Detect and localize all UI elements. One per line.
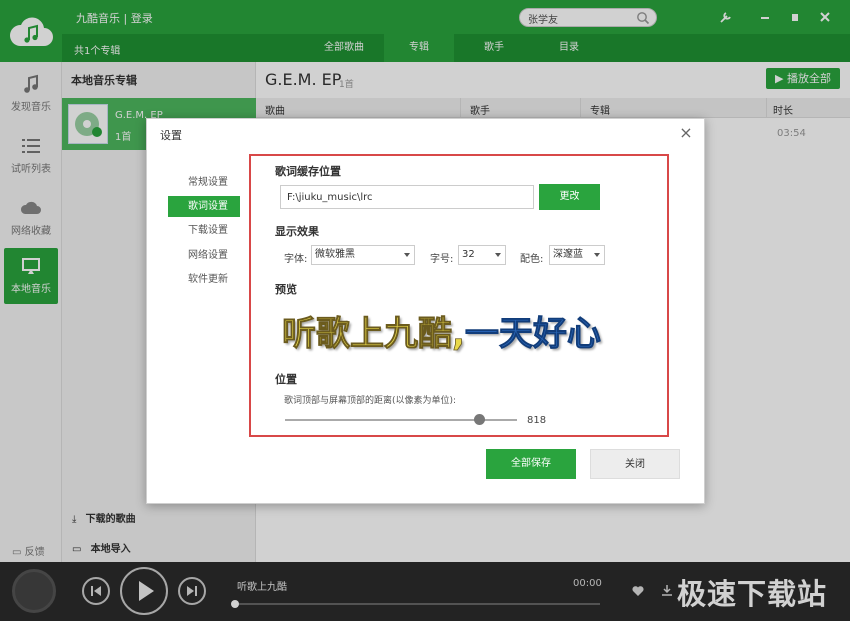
position-slider-knob[interactable] [474, 414, 485, 425]
position-title: 位置 [275, 373, 297, 386]
preview-title: 预览 [275, 283, 297, 296]
menu-general-settings[interactable]: 常规设置 [168, 172, 240, 193]
cache-path-input[interactable] [280, 185, 534, 209]
dialog-title: 设置 [160, 129, 182, 142]
size-select-value: 32 [462, 249, 475, 260]
preview-sung: 听歌上九酷, [282, 314, 466, 355]
chevron-down-icon [404, 253, 410, 257]
cache-location-title: 歌词缓存位置 [275, 165, 341, 178]
menu-download-settings[interactable]: 下载设置 [168, 220, 240, 241]
chevron-down-icon [495, 253, 501, 257]
color-label: 配色: [520, 254, 544, 265]
position-description: 歌词顶部与屏幕顶部的距离(以像素为单位): [284, 396, 457, 406]
position-value: 818 [527, 415, 547, 426]
save-all-button[interactable]: 全部保存 [486, 449, 576, 479]
font-label: 字体: [284, 254, 308, 265]
preview-unsung: 一天好心 [464, 314, 602, 355]
close-button[interactable]: 关闭 [590, 449, 680, 479]
menu-lyrics-settings[interactable]: 歌词设置 [168, 196, 240, 217]
menu-software-update[interactable]: 软件更新 [168, 269, 240, 290]
lyrics-preview: 听歌上九酷,一天好心 [282, 306, 602, 355]
display-effect-title: 显示效果 [275, 225, 319, 238]
menu-network-settings[interactable]: 网络设置 [168, 245, 240, 266]
font-select[interactable]: 微软雅黑 [311, 245, 415, 265]
size-label: 字号: [430, 254, 454, 265]
color-select-value: 深邃蓝 [553, 249, 583, 260]
chevron-down-icon [594, 253, 600, 257]
color-select[interactable]: 深邃蓝 [549, 245, 605, 265]
font-select-value: 微软雅黑 [315, 249, 355, 260]
size-select[interactable]: 32 [458, 245, 506, 265]
dialog-close-icon[interactable]: × [678, 125, 694, 141]
change-path-button[interactable]: 更改 [539, 184, 600, 210]
